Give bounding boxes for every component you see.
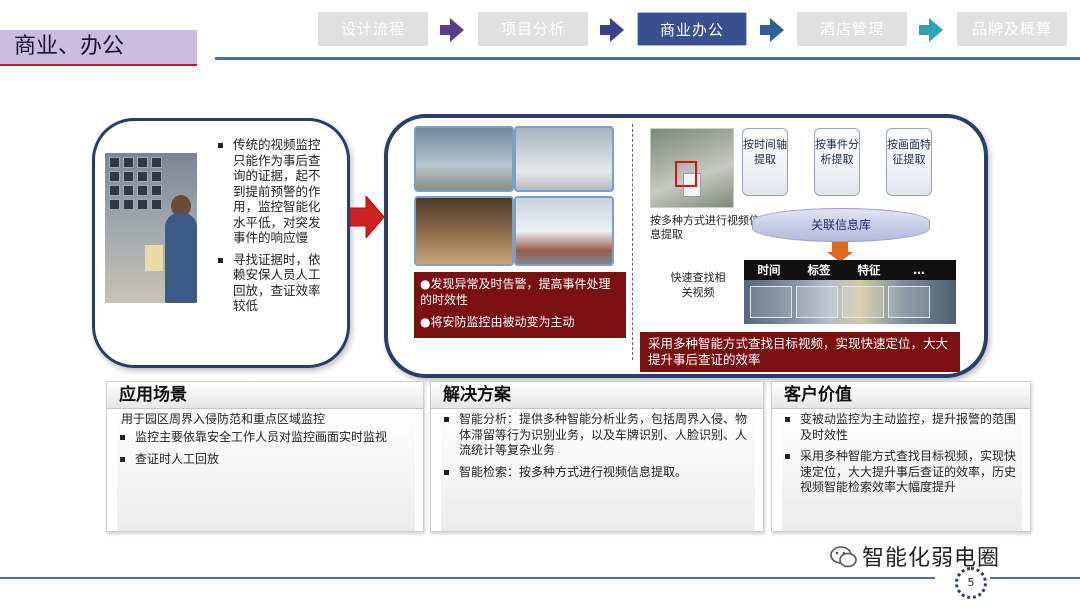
tag-feature: 特征 [857,263,881,277]
step-arrow-icon [919,18,945,46]
tag-label: 标签 [807,263,831,277]
header-divider [215,57,1080,60]
card-bullet: 采用多种智能方式查找目标视频，实现快速定位，大大提升事后查证的效率，历史视频智能… [782,449,1022,496]
detection-box [675,161,697,187]
step-arrow-icon [760,18,786,46]
footer-divider [990,577,1080,579]
extraction-caption: 按多种方式进行视频信息提取 [650,214,760,241]
red-arrow-icon [349,194,385,240]
monitor-wall [109,157,165,210]
tag-bar: 时间 标签 特征 … [744,260,956,280]
footer-divider [0,577,935,579]
database-label: 关联信息库 [752,208,930,242]
efficiency-note: 采用多种智能方式查找目标视频，实现快速定位，大大提升事后查证的效率 [640,332,960,372]
video-strip [744,280,956,324]
video-thumbnail [414,196,514,266]
solution-panel: ●发现异常及时告警，提高事件处理的时效性 ●将安防监控由被动变为主动 按多种方式… [384,114,988,378]
quick-find-label: 快速查找相关视频 [670,271,726,299]
step-brand-budget[interactable]: 品牌及概算 [957,12,1067,46]
video-thumbnail [514,126,614,192]
video-thumbnail [514,196,614,266]
page-title: 商业、办公 [0,30,197,64]
step-arrow-icon [440,18,466,46]
card-title: 解决方案 [431,382,763,409]
problem-panel: 传统的视频监控只能作为事后查询的证据，起不到提前预警的作用，监控智能化水平低，对… [92,118,350,368]
card-value: 客户价值 变被动监控为主动监控，提升报警的范围及时效性 采用多种智能方式查找目标… [771,381,1031,532]
card-bullet: 智能检索：按多种方式进行视频信息提取。 [441,465,755,481]
card-bullet: 监控主要依靠安全工作人员对监控画面实时监视 [117,430,415,446]
feature-box-image: 按画面特征提取 [886,128,932,196]
feature-box-time: 按时间轴提取 [742,128,788,196]
step-hotel-management[interactable]: 酒店管理 [797,12,907,46]
alert-note-line: ●发现异常及时告警，提高事件处理的时效性 [420,277,611,307]
card-scenario: 应用场景 用于园区周界入侵防范和重点区域监控 监控主要依靠安全工作人员对监控画面… [106,381,424,532]
problem-bullet: 传统的视频监控只能作为事后查询的证据，起不到提前预警的作用，监控智能化水平低，对… [215,137,321,246]
control-room-photo [105,153,197,303]
wechat-icon [830,545,858,569]
step-project-analysis[interactable]: 项目分析 [478,12,588,46]
problem-bullets: 传统的视频监控只能作为事后查询的证据，起不到提前预警的作用，监控智能化水平低，对… [215,137,321,320]
step-commercial-office[interactable]: 商业办公 [637,12,747,46]
down-arrow-icon [827,242,853,262]
tag-time: 时间 [757,263,781,277]
card-solution: 解决方案 智能分析：提供多种智能分析业务，包括周界入侵、物体滞留等行为识别业务，… [430,381,764,532]
page-number: 5 [955,567,987,599]
card-bullet: 查证时人工回放 [117,452,415,468]
road-camera-image [650,128,734,208]
video-thumbnail [414,126,514,192]
tag-more: … [913,263,925,277]
title-underline [0,64,197,66]
card-bullet: 变被动监控为主动监控，提升报警的范围及时效性 [782,412,1022,443]
card-title: 应用场景 [107,382,423,409]
alert-note: ●发现异常及时告警，提高事件处理的时效性 ●将安防监控由被动变为主动 [414,272,626,338]
dashed-divider [632,124,633,360]
problem-bullet: 寻找证据时，依赖安保人员人工回放，查证效率较低 [215,252,321,314]
alert-note-line: ●将安防监控由被动变为主动 [420,315,575,329]
feature-box-event: 按事件分析提取 [814,128,860,196]
brand-watermark: 智能化弱电圈 [862,546,1001,571]
card-lead: 用于园区周界入侵防范和重点区域监控 [121,412,326,426]
step-design-process[interactable]: 设计流程 [318,12,428,46]
card-bullet: 智能分析：提供多种智能分析业务，包括周界入侵、物体滞留等行为识别业务，以及车牌识… [441,412,755,459]
step-arrow-icon [600,18,626,46]
card-title: 客户价值 [772,382,1030,409]
